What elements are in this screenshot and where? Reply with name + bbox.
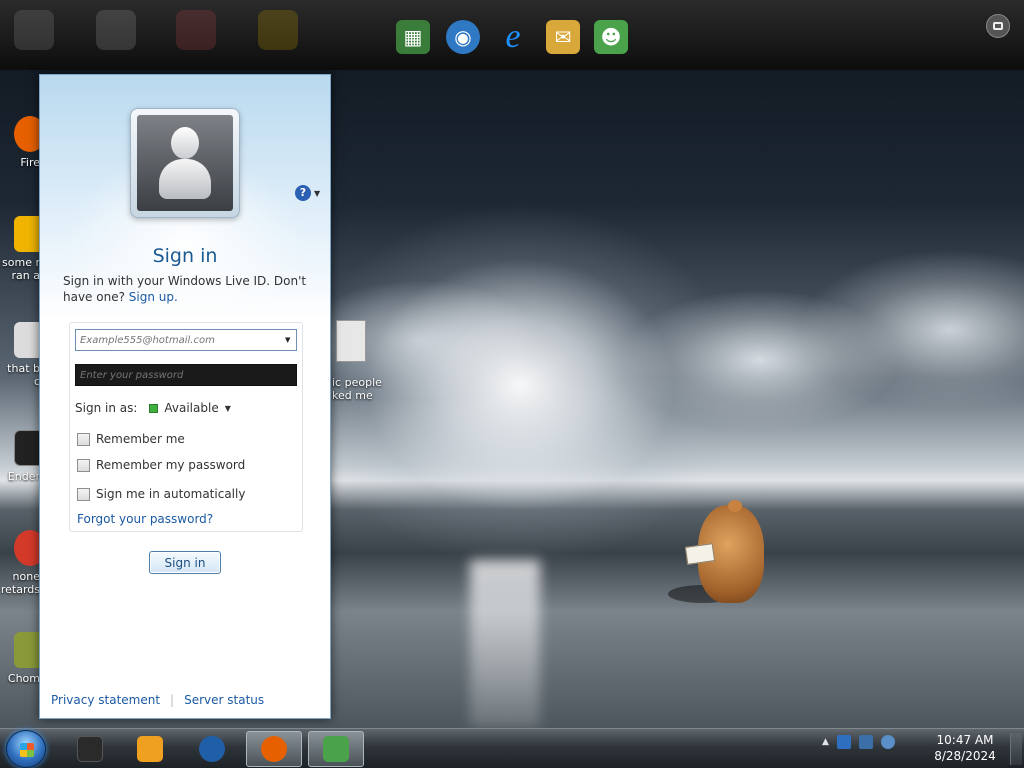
status-selector[interactable]: Sign in as: Available ▼ bbox=[75, 401, 231, 415]
hamster-book bbox=[684, 543, 716, 565]
media-player-icon bbox=[137, 736, 163, 762]
desktop-icon-label: ic people bbox=[332, 376, 382, 389]
status-label: Sign in as: bbox=[75, 401, 138, 415]
internet-explorer-icon[interactable]: e bbox=[496, 18, 530, 55]
signin-description: Sign in with your Windows Live ID. Don't… bbox=[63, 274, 307, 304]
dock-ghost-icon bbox=[258, 10, 298, 50]
task-network-globe[interactable] bbox=[184, 731, 240, 767]
sign-in-auto-row[interactable]: Sign me in automatically bbox=[77, 487, 245, 501]
signin-form: ▼ Sign in as: Available ▼ Remember me Re… bbox=[69, 322, 303, 532]
forgot-password-link[interactable]: Forgot your password? bbox=[77, 512, 213, 526]
minecraft-icon[interactable]: ▦ bbox=[396, 20, 430, 54]
chevron-down-icon: ▼ bbox=[314, 188, 321, 198]
desktop-icon-label: ked me bbox=[332, 389, 373, 402]
remember-me-row[interactable]: Remember me bbox=[77, 432, 185, 446]
task-app-black[interactable] bbox=[62, 731, 118, 767]
system-tray: ▲ bbox=[822, 735, 895, 749]
clock-time: 10:47 AM bbox=[936, 733, 994, 747]
globe-download-icon[interactable]: ◉ bbox=[446, 20, 480, 54]
desktop-icon-d[interactable]: some r ran a bbox=[0, 216, 46, 282]
show-desktop-button[interactable] bbox=[1010, 733, 1022, 765]
hamster-ear bbox=[728, 500, 742, 512]
windows-logo-icon bbox=[20, 743, 34, 757]
system-clock[interactable]: 10:47 AM 8/28/2024 bbox=[922, 732, 1008, 764]
dock-ghost-icon bbox=[176, 10, 216, 50]
desktop-icon-ender[interactable]: Ender bbox=[0, 430, 46, 483]
desktop-icon-chom[interactable]: Chom bbox=[0, 632, 46, 685]
footer-links: Privacy statement | Server status bbox=[51, 693, 264, 707]
top-dock: ▦ ◉ e ✉ ☻ bbox=[0, 0, 1024, 70]
task-messenger[interactable] bbox=[308, 731, 364, 767]
remember-password-row[interactable]: Remember my password bbox=[77, 458, 245, 472]
help-icon: ? bbox=[295, 185, 311, 201]
avatar-body bbox=[159, 159, 211, 199]
messenger-signin-window: ? ▼ Sign in Sign in with your Windows Li… bbox=[39, 74, 331, 719]
password-field[interactable] bbox=[75, 364, 297, 386]
tray-monitor-icon[interactable] bbox=[858, 735, 873, 749]
tray-network-icon[interactable] bbox=[880, 735, 895, 749]
document-icon bbox=[336, 320, 366, 362]
tray-device-icon[interactable] bbox=[836, 735, 851, 749]
privacy-statement-link[interactable]: Privacy statement bbox=[51, 693, 160, 707]
dock-ghost-icon bbox=[14, 10, 54, 50]
page-title: Sign in bbox=[152, 245, 218, 267]
chevron-down-icon[interactable]: ▼ bbox=[285, 336, 290, 344]
start-button[interactable] bbox=[6, 730, 46, 768]
status-available-icon bbox=[149, 403, 159, 413]
firefox-icon bbox=[261, 736, 287, 762]
server-status-link[interactable]: Server status bbox=[184, 693, 264, 707]
link-separator: | bbox=[170, 693, 175, 707]
avatar bbox=[137, 115, 233, 211]
briefcase-icon bbox=[993, 22, 1003, 30]
taskbar: ▲ 10:47 AM 8/28/2024 bbox=[0, 728, 1024, 768]
desktop-icon-none[interactable]: none retards bbox=[0, 530, 46, 596]
dock-ghost-icon bbox=[96, 10, 136, 50]
email-field[interactable] bbox=[75, 329, 297, 351]
sign-in-auto-checkbox[interactable] bbox=[77, 487, 90, 501]
task-media-player[interactable] bbox=[122, 731, 178, 767]
tray-up-arrow-icon[interactable]: ▲ bbox=[822, 737, 829, 747]
sign-in-auto-label: Sign me in automatically bbox=[96, 487, 246, 501]
messenger-icon bbox=[323, 736, 349, 762]
sign-in-button[interactable]: Sign in bbox=[149, 551, 221, 574]
avatar-frame[interactable] bbox=[130, 108, 240, 218]
messenger-buddy-icon[interactable]: ☻ bbox=[594, 20, 628, 54]
clock-date: 8/28/2024 bbox=[934, 749, 996, 763]
app-icon bbox=[77, 736, 103, 762]
chevron-down-icon: ▼ bbox=[224, 403, 231, 413]
remember-me-label: Remember me bbox=[96, 432, 185, 446]
remember-me-checkbox[interactable] bbox=[77, 432, 90, 446]
globe-icon bbox=[199, 736, 225, 762]
desktop-icon-people[interactable]: ic people ked me bbox=[332, 320, 382, 402]
signup-link[interactable]: Sign up. bbox=[129, 290, 178, 304]
sea-reflection bbox=[470, 560, 540, 728]
remember-password-label: Remember my password bbox=[96, 458, 246, 472]
mail-icon[interactable]: ✉ bbox=[546, 20, 580, 54]
desktop-icon-briefcase[interactable]: that b c bbox=[0, 322, 46, 388]
remember-password-checkbox[interactable] bbox=[77, 458, 90, 472]
dock-menu-button[interactable] bbox=[986, 14, 1010, 38]
help-button[interactable]: ? ▼ bbox=[295, 185, 320, 201]
task-firefox[interactable] bbox=[246, 731, 302, 767]
status-value: Available bbox=[164, 401, 219, 415]
avatar-head bbox=[171, 127, 199, 159]
desktop-icon-firefox[interactable]: Fire bbox=[0, 116, 46, 169]
